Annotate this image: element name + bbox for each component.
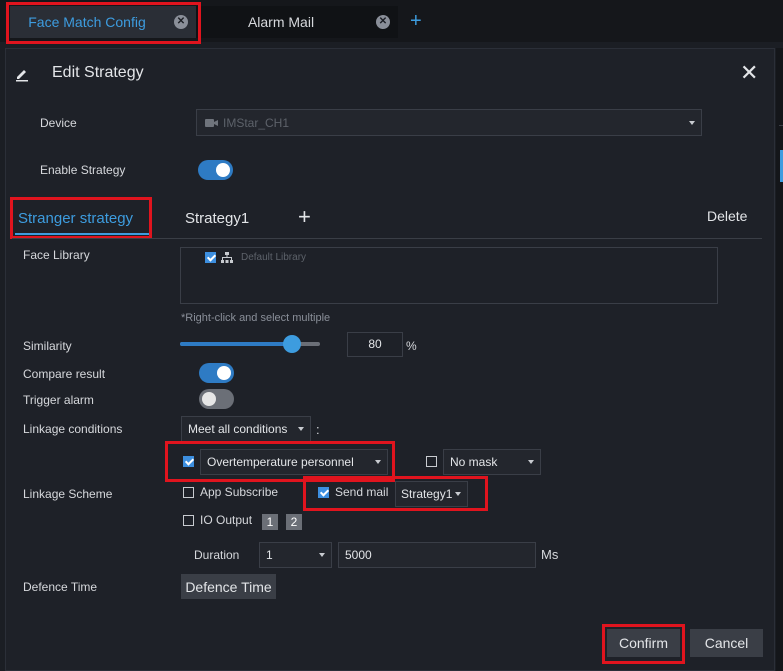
device-value: IMStar_CH1 (223, 115, 290, 130)
io-port-1-button[interactable]: 1 (262, 514, 278, 530)
face-library-label: Face Library (23, 248, 90, 262)
defence-time-label: Defence Time (23, 580, 98, 594)
app-subscribe-checkbox[interactable] (183, 487, 194, 498)
add-strategy-button[interactable]: + (298, 204, 311, 230)
library-tree-icon (221, 252, 233, 263)
app-subscribe-label: App Subscribe (200, 485, 279, 499)
similarity-slider-handle[interactable] (283, 335, 301, 353)
highlight-box (10, 197, 152, 239)
duration-input[interactable]: 5000 (338, 542, 536, 568)
similarity-input[interactable]: 80 (347, 332, 403, 357)
condition-mask-checkbox[interactable] (426, 456, 437, 467)
duration-unit: Ms (541, 547, 559, 562)
library-name: Default Library (241, 252, 307, 263)
linkage-colon: : (316, 422, 320, 437)
chevron-down-icon (528, 460, 534, 464)
highlight-box (303, 476, 488, 511)
dialog-title: Edit Strategy (52, 64, 144, 81)
close-tab-icon[interactable]: ✕ (376, 15, 390, 29)
duration-select[interactable]: 1 (259, 542, 332, 568)
trigger-alarm-toggle[interactable] (199, 389, 234, 409)
linkage-mode-select[interactable]: Meet all conditions (181, 416, 311, 442)
duration-select-value: 1 (266, 548, 273, 562)
highlight-box (602, 624, 685, 664)
trigger-alarm-label: Trigger alarm (23, 393, 94, 407)
edit-icon (16, 70, 28, 82)
linkage-mode-value: Meet all conditions (188, 422, 288, 436)
compare-result-toggle[interactable] (199, 363, 234, 383)
defence-time-button[interactable]: Defence Time (181, 574, 276, 599)
library-hint: *Right-click and select multiple (181, 312, 331, 324)
device-select[interactable]: IMStar_CH1 (196, 109, 702, 136)
duration-input-value: 5000 (345, 548, 372, 562)
library-checkbox[interactable] (205, 252, 216, 263)
io-port-2-button[interactable]: 2 (286, 514, 302, 530)
tab-strategy1[interactable]: Strategy1 (185, 210, 249, 227)
close-icon[interactable]: ✕ (740, 60, 758, 86)
similarity-slider-fill (180, 342, 292, 346)
io-output-checkbox[interactable] (183, 515, 194, 526)
compare-result-label: Compare result (23, 367, 106, 381)
similarity-unit: % (406, 339, 417, 353)
tab-alarm-mail[interactable]: Alarm Mail ✕ (196, 6, 398, 38)
background-panel (776, 48, 783, 671)
tab-label: Alarm Mail (247, 14, 315, 30)
divider (12, 238, 762, 239)
enable-strategy-toggle[interactable] (198, 160, 233, 180)
condition-mask-value: No mask (450, 455, 498, 469)
edit-strategy-dialog (5, 48, 775, 671)
delete-button[interactable]: Delete (707, 208, 747, 224)
similarity-label: Similarity (23, 339, 72, 353)
duration-label: Duration (194, 548, 240, 562)
enable-strategy-label: Enable Strategy (40, 163, 126, 177)
chevron-down-icon (319, 553, 325, 557)
device-label: Device (40, 116, 77, 130)
chevron-down-icon (298, 427, 304, 431)
camera-icon (205, 118, 218, 127)
cancel-button[interactable]: Cancel (690, 629, 763, 657)
chevron-down-icon (689, 120, 695, 125)
add-tab-button[interactable]: + (410, 9, 422, 33)
io-output-label: IO Output (200, 513, 253, 527)
highlight-box (6, 2, 201, 44)
divider (779, 125, 783, 126)
condition-mask-select[interactable]: No mask (443, 449, 541, 475)
linkage-scheme-label: Linkage Scheme (23, 487, 113, 501)
linkage-conditions-label: Linkage conditions (23, 422, 123, 436)
